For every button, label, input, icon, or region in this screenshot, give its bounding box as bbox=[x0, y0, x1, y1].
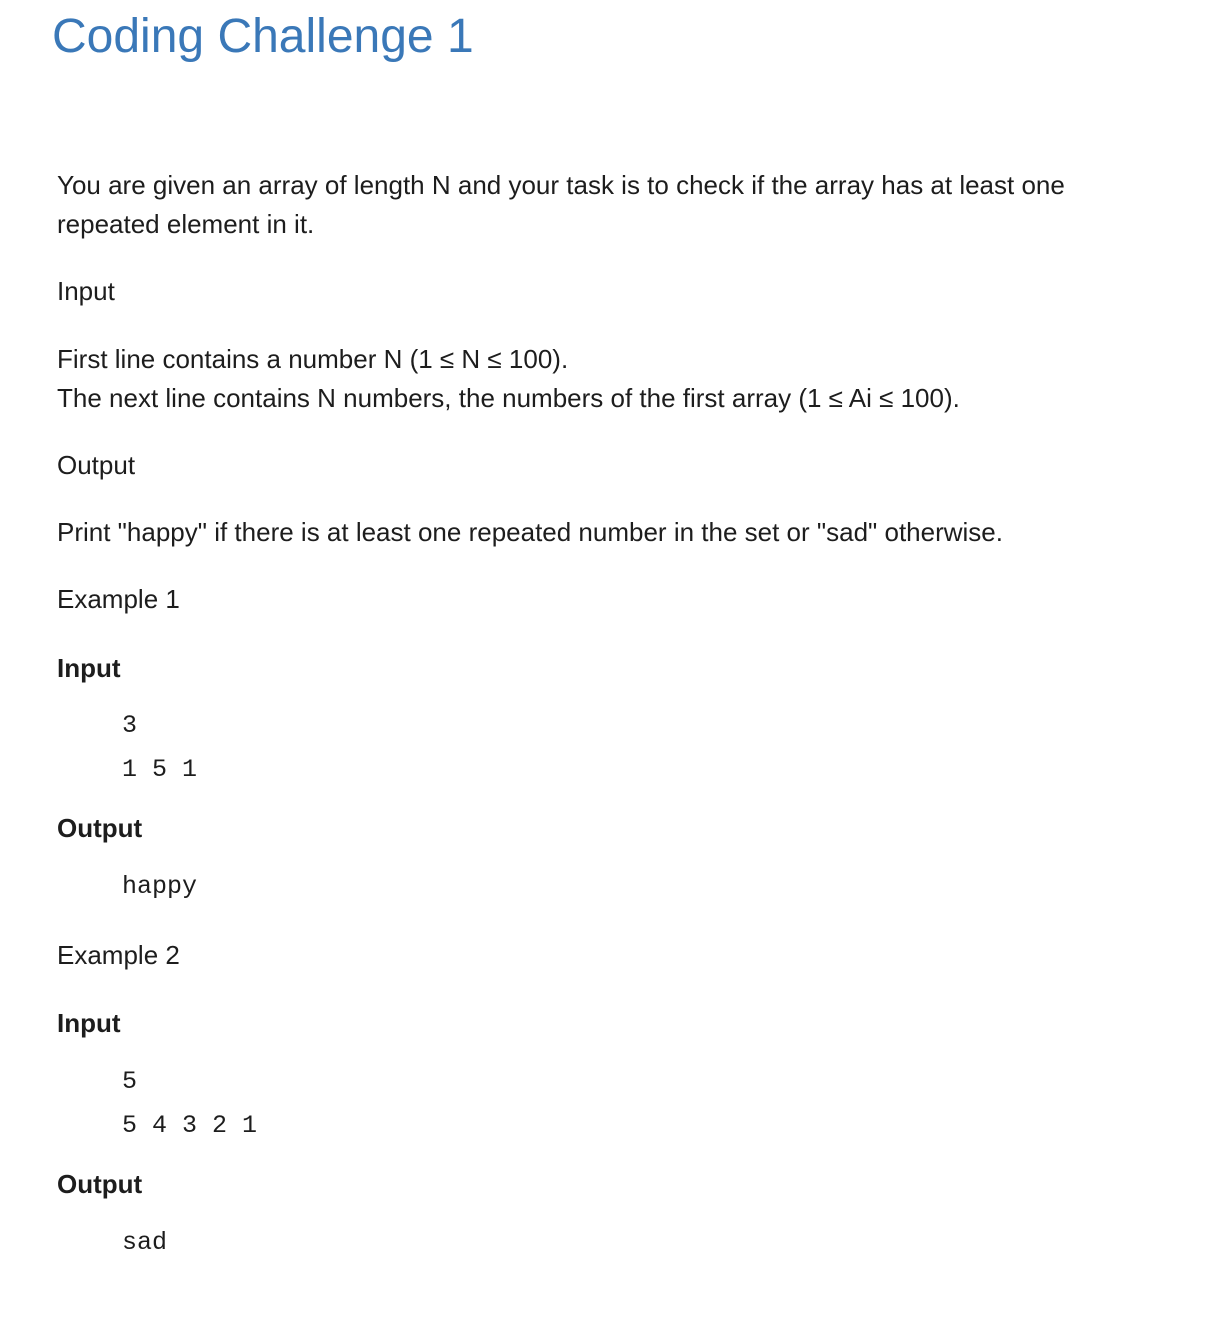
example-2-heading: Example 2 bbox=[57, 940, 180, 970]
example-2-input-label: Input bbox=[57, 1008, 121, 1038]
example-1-output-label: Output bbox=[57, 813, 143, 843]
example-2-input-line-2: 5 4 3 2 1 bbox=[122, 1111, 258, 1140]
description-line-1: You are given an array of length N and y… bbox=[57, 170, 1065, 200]
example-2-output-label: Output bbox=[57, 1169, 143, 1199]
example-1-heading: Example 1 bbox=[57, 584, 180, 614]
output-spec-text: Print "happy" if there is at least one r… bbox=[57, 517, 1003, 547]
example-1-input-label: Input bbox=[57, 653, 121, 683]
input-spec-line-1: First line contains a number N (1 ≤ N ≤ … bbox=[57, 344, 569, 374]
input-heading: Input bbox=[57, 276, 115, 306]
example-2-input-line-1: 5 bbox=[122, 1067, 138, 1096]
input-spec-line-2: The next line contains N numbers, the nu… bbox=[57, 383, 960, 413]
example-1-input-line-2: 1 5 1 bbox=[122, 755, 198, 784]
example-1-output-line-1: happy bbox=[122, 872, 198, 901]
example-2-output-line-1: sad bbox=[122, 1228, 168, 1257]
example-1-input-line-1: 3 bbox=[122, 711, 138, 740]
output-heading: Output bbox=[57, 450, 136, 480]
description-line-2: repeated element in it. bbox=[57, 209, 315, 239]
page-title: Coding Challenge 1 bbox=[52, 10, 474, 63]
